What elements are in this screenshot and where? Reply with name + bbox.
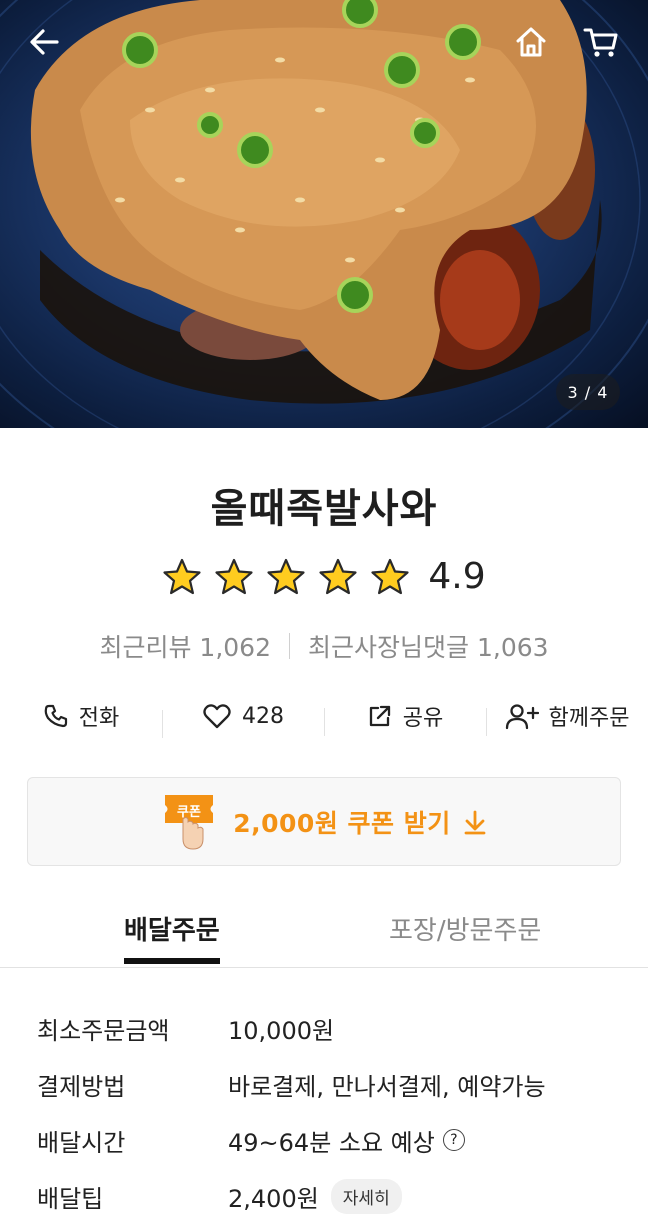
delivery-time-label: 배달시간 bbox=[37, 1128, 126, 1157]
delivery-tip-value-wrap: 2,400원 자세히 bbox=[228, 1178, 402, 1214]
tip-detail-button[interactable]: 자세히 bbox=[330, 1178, 402, 1214]
recent-reviews-count: 1,062 bbox=[199, 633, 271, 662]
owner-replies-label: 최근사장님댓글 bbox=[308, 633, 470, 662]
delivery-tip-label: 배달팁 bbox=[37, 1184, 104, 1213]
group-order-label: 함께주문 bbox=[548, 706, 630, 731]
min-order-label: 최소주문금액 bbox=[37, 1016, 170, 1045]
food-photo-illustration bbox=[0, 0, 648, 428]
star-icon bbox=[267, 558, 305, 594]
min-order-row: 최소주문금액 10,000원 bbox=[37, 1000, 627, 1056]
download-arrow-icon bbox=[464, 810, 486, 834]
image-counter: 3 / 4 bbox=[556, 374, 620, 410]
tab-delivery-label: 배달주문 bbox=[124, 916, 220, 946]
coupon-badge-text: 쿠폰 bbox=[177, 805, 201, 820]
star-icon bbox=[215, 558, 253, 594]
delivery-tip-row: 배달팁 2,400원 자세히 bbox=[37, 1168, 627, 1221]
like-button[interactable]: 428 bbox=[162, 702, 324, 738]
owner-replies[interactable]: 최근사장님댓글 1,063 bbox=[308, 628, 549, 664]
heart-icon bbox=[203, 704, 231, 729]
review-summary: 최근리뷰 1,062 최근사장님댓글 1,063 bbox=[0, 628, 648, 664]
delivery-time-value-wrap: 49~64분 소요 예상 ? bbox=[228, 1123, 465, 1158]
delivery-time-value: 49~64분 소요 예상 bbox=[228, 1128, 435, 1157]
add-user-icon bbox=[505, 704, 539, 730]
rating-row: 4.9 bbox=[0, 556, 648, 597]
arrow-left-icon bbox=[30, 29, 59, 55]
call-label: 전화 bbox=[78, 706, 120, 731]
recent-reviews[interactable]: 최근리뷰 1,062 bbox=[99, 628, 271, 664]
min-order-value: 10,000원 bbox=[228, 1016, 335, 1045]
share-label: 공유 bbox=[402, 706, 444, 731]
cart-button[interactable] bbox=[581, 22, 621, 62]
home-button[interactable] bbox=[511, 22, 551, 62]
rating-value: 4.9 bbox=[428, 556, 486, 597]
owner-replies-count: 1,063 bbox=[476, 633, 549, 662]
recent-reviews-label: 최근리뷰 bbox=[99, 633, 192, 662]
star-icon bbox=[371, 558, 409, 594]
store-actions: 전화 428 공유 함께주문 bbox=[0, 694, 648, 738]
help-icon[interactable]: ? bbox=[442, 1129, 465, 1151]
share-button[interactable]: 공유 bbox=[324, 700, 486, 736]
call-button[interactable]: 전화 bbox=[0, 700, 162, 732]
share-icon bbox=[369, 705, 390, 727]
coupon-label: 2,000원 쿠폰 받기 bbox=[233, 808, 451, 838]
cart-icon bbox=[583, 28, 618, 57]
order-type-tabs: 배달주문 포장/방문주문 bbox=[0, 896, 648, 968]
delivery-info: 최소주문금액 10,000원 결제방법 바로결제, 만나서결제, 예약가능 배달… bbox=[37, 1000, 627, 1221]
divider bbox=[289, 633, 290, 659]
back-button[interactable] bbox=[24, 22, 64, 62]
store-photo[interactable]: 3 / 4 bbox=[0, 0, 648, 428]
home-icon bbox=[516, 27, 546, 57]
active-tab-indicator bbox=[124, 958, 220, 964]
payment-row: 결제방법 바로결제, 만나서결제, 예약가능 bbox=[37, 1056, 627, 1112]
tab-pickup-label: 포장/방문주문 bbox=[389, 916, 542, 946]
star-icon bbox=[163, 558, 201, 594]
phone-icon bbox=[44, 704, 67, 728]
payment-value: 바로결제, 만나서결제, 예약가능 bbox=[228, 1072, 546, 1101]
delivery-tip-value: 2,400원 bbox=[228, 1184, 319, 1213]
tab-delivery[interactable]: 배달주문 bbox=[124, 910, 220, 964]
store-name: 올때족발사와 bbox=[210, 486, 438, 532]
star-icon bbox=[319, 558, 357, 594]
coupon-download-button[interactable]: 쿠폰 2,000원 쿠폰 받기 bbox=[27, 777, 621, 866]
tab-pickup[interactable]: 포장/방문주문 bbox=[389, 910, 541, 947]
rating-stars bbox=[162, 557, 410, 597]
delivery-time-row: 배달시간 49~64분 소요 예상 ? bbox=[37, 1112, 627, 1168]
coupon-ticket-icon: 쿠폰 bbox=[165, 794, 214, 850]
group-order-button[interactable]: 함께주문 bbox=[486, 700, 648, 736]
payment-label: 결제방법 bbox=[37, 1072, 126, 1101]
like-count: 428 bbox=[242, 703, 284, 729]
